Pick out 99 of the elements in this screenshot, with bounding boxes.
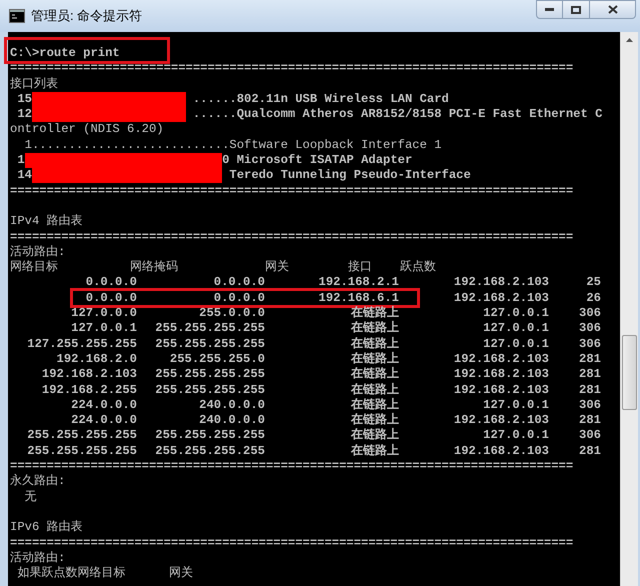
- table-cell-text: 240.0.0.0: [198, 413, 265, 428]
- table-cell-text: 0.0.0.0: [84, 290, 137, 306]
- table-cell-text: 在链路上: [350, 382, 400, 398]
- scrollbar[interactable]: [620, 32, 638, 586]
- table-cell-text: 在链路上: [350, 321, 400, 336]
- output-line: 活动路由:: [10, 550, 66, 565]
- output-line: 活动路由:: [10, 244, 66, 259]
- table-cell-text: 127.0.0.0: [70, 306, 137, 322]
- table-cell-text: 192.168.6.1: [318, 290, 400, 306]
- table-cell-text: 在链路上: [350, 367, 400, 382]
- output-line: IPv4 路由表: [10, 214, 83, 228]
- table-cell-text: 192.168.2.103: [452, 444, 549, 460]
- output-line: 如果跃点数网络目标 网关: [16, 566, 194, 580]
- output-line: 永久路由:: [10, 474, 66, 488]
- column-header: 网络掩码: [130, 260, 179, 276]
- table-cell-text: 127.0.0.1: [482, 428, 549, 444]
- table-cell-text: 306: [578, 428, 601, 444]
- table-cell-text: 306: [578, 336, 601, 352]
- separator-line: =============================================================================: [10, 459, 574, 474]
- table-cell-text: 在链路上: [350, 336, 400, 352]
- table-cell-text: 192.168.2.0: [56, 352, 137, 368]
- table-cell-text: 255.255.255.255: [154, 336, 265, 352]
- output-text: Teredo Tunneling Pseudo-Interface: [228, 168, 471, 184]
- table-cell-text: 在链路上: [350, 413, 400, 428]
- table-cell-text: 127.0.0.1: [482, 398, 549, 414]
- table-cell-text: 192.168.2.103: [452, 352, 549, 368]
- output-line: 接口列表: [10, 76, 58, 91]
- table-cell-text: 255.255.255.255: [154, 428, 265, 444]
- table-cell-text: 255.255.255.255: [154, 367, 265, 383]
- window-title: 管理员: 命令提示符: [31, 7, 142, 26]
- table-cell-text: 224.0.0.0: [70, 413, 137, 428]
- maximize-icon[interactable]: [571, 6, 581, 14]
- separator-line: =============================================================================: [10, 536, 574, 550]
- table-cell-text: 240.0.0.0: [198, 398, 265, 414]
- table-cell-text: 192.168.2.1: [318, 275, 400, 291]
- table-cell-text: 306: [578, 306, 601, 322]
- table-cell-text: 281: [578, 413, 601, 428]
- table-cell-text: 0.0.0.0: [212, 290, 265, 306]
- table-cell-text: 255.255.255.255: [154, 321, 265, 337]
- table-cell-text: 192.168.2.103: [452, 367, 549, 383]
- separator-line: =============================================================================: [10, 230, 574, 244]
- table-cell-text: 224.0.0.0: [70, 398, 137, 414]
- column-header: 接口: [348, 260, 373, 276]
- maximize-button[interactable]: [563, 0, 590, 19]
- table-cell-text: 192.168.2.103: [40, 367, 137, 383]
- command-line: C:\>route print: [10, 46, 120, 60]
- table-cell-text: 25: [585, 275, 601, 291]
- table-cell-text: 在链路上: [350, 398, 400, 412]
- output-text: 14: [16, 168, 32, 184]
- output-text: 0 Microsoft ISATAP Adapter: [222, 153, 412, 168]
- output-text: ......802.11n USB Wireless LAN Card: [192, 92, 449, 108]
- table-cell-text: 0.0.0.0: [84, 275, 137, 291]
- table-cell-text: 192.168.2.103: [452, 413, 549, 428]
- minimize-button[interactable]: [536, 0, 563, 19]
- close-button[interactable]: [590, 0, 636, 19]
- table-cell-text: 127.0.0.1: [482, 321, 549, 337]
- table-cell-text: 192.168.2.103: [452, 275, 549, 291]
- separator-line: =============================================================================: [10, 61, 574, 76]
- scroll-thumb[interactable]: [622, 335, 637, 410]
- output-text: ......Qualcomm Atheros AR8152/8158 PCI-E Fast Ethernet C: [192, 107, 602, 122]
- output-line: 1...........................Software Loopback Interface 1: [24, 138, 442, 152]
- table-cell-text: 255.255.255.0: [168, 352, 265, 368]
- column-header: 网络目标: [10, 260, 59, 276]
- table-cell-text: 281: [578, 444, 601, 460]
- table-cell-text: 306: [578, 398, 601, 414]
- table-cell-text: 281: [578, 367, 601, 383]
- table-cell-text: 255.255.255.255: [154, 444, 265, 460]
- table-cell-text: 0.0.0.0: [212, 275, 265, 291]
- table-cell-text: 在链路上: [350, 444, 400, 460]
- output-text: 15: [16, 92, 32, 108]
- close-icon[interactable]: [608, 5, 618, 14]
- table-cell-text: 255.255.255.255: [26, 444, 137, 460]
- table-cell-text: 192.168.2.255: [40, 382, 137, 398]
- table-cell-text: 192.168.2.103: [452, 290, 549, 306]
- output-text: 1: [16, 153, 25, 168]
- output-line: ontroller (NDIS 6.20): [10, 122, 164, 136]
- table-cell-text: 127.255.255.255: [26, 336, 137, 352]
- output-text: 12: [16, 107, 32, 122]
- table-cell-text: 127.0.0.1: [482, 306, 549, 322]
- table-cell-text: 255.255.255.255: [154, 382, 265, 398]
- table-cell-text: 255.0.0.0: [198, 306, 265, 322]
- console-icon: [9, 9, 25, 23]
- scroll-up-icon[interactable]: [626, 38, 633, 42]
- output-line: IPv6 路由表: [10, 520, 83, 534]
- separator-line: =============================================================================: [10, 184, 574, 198]
- table-cell-text: 281: [578, 352, 601, 368]
- table-cell-text: 255.255.255.255: [26, 428, 137, 444]
- output-line: 无: [24, 490, 37, 504]
- table-cell-text: 127.0.0.1: [482, 336, 549, 352]
- table-cell-text: 在链路上: [350, 352, 400, 366]
- table-cell-text: 在链路上: [350, 306, 400, 320]
- table-cell-text: 在链路上: [350, 428, 400, 444]
- column-header: 网关: [265, 260, 290, 276]
- table-cell-text: 281: [578, 382, 601, 398]
- table-cell-text: 192.168.2.103: [452, 382, 549, 398]
- table-cell-text: 26: [585, 290, 601, 306]
- column-header: 跃点数: [400, 260, 437, 276]
- table-cell-text: 127.0.0.1: [70, 321, 137, 337]
- table-cell-text: 306: [578, 321, 601, 337]
